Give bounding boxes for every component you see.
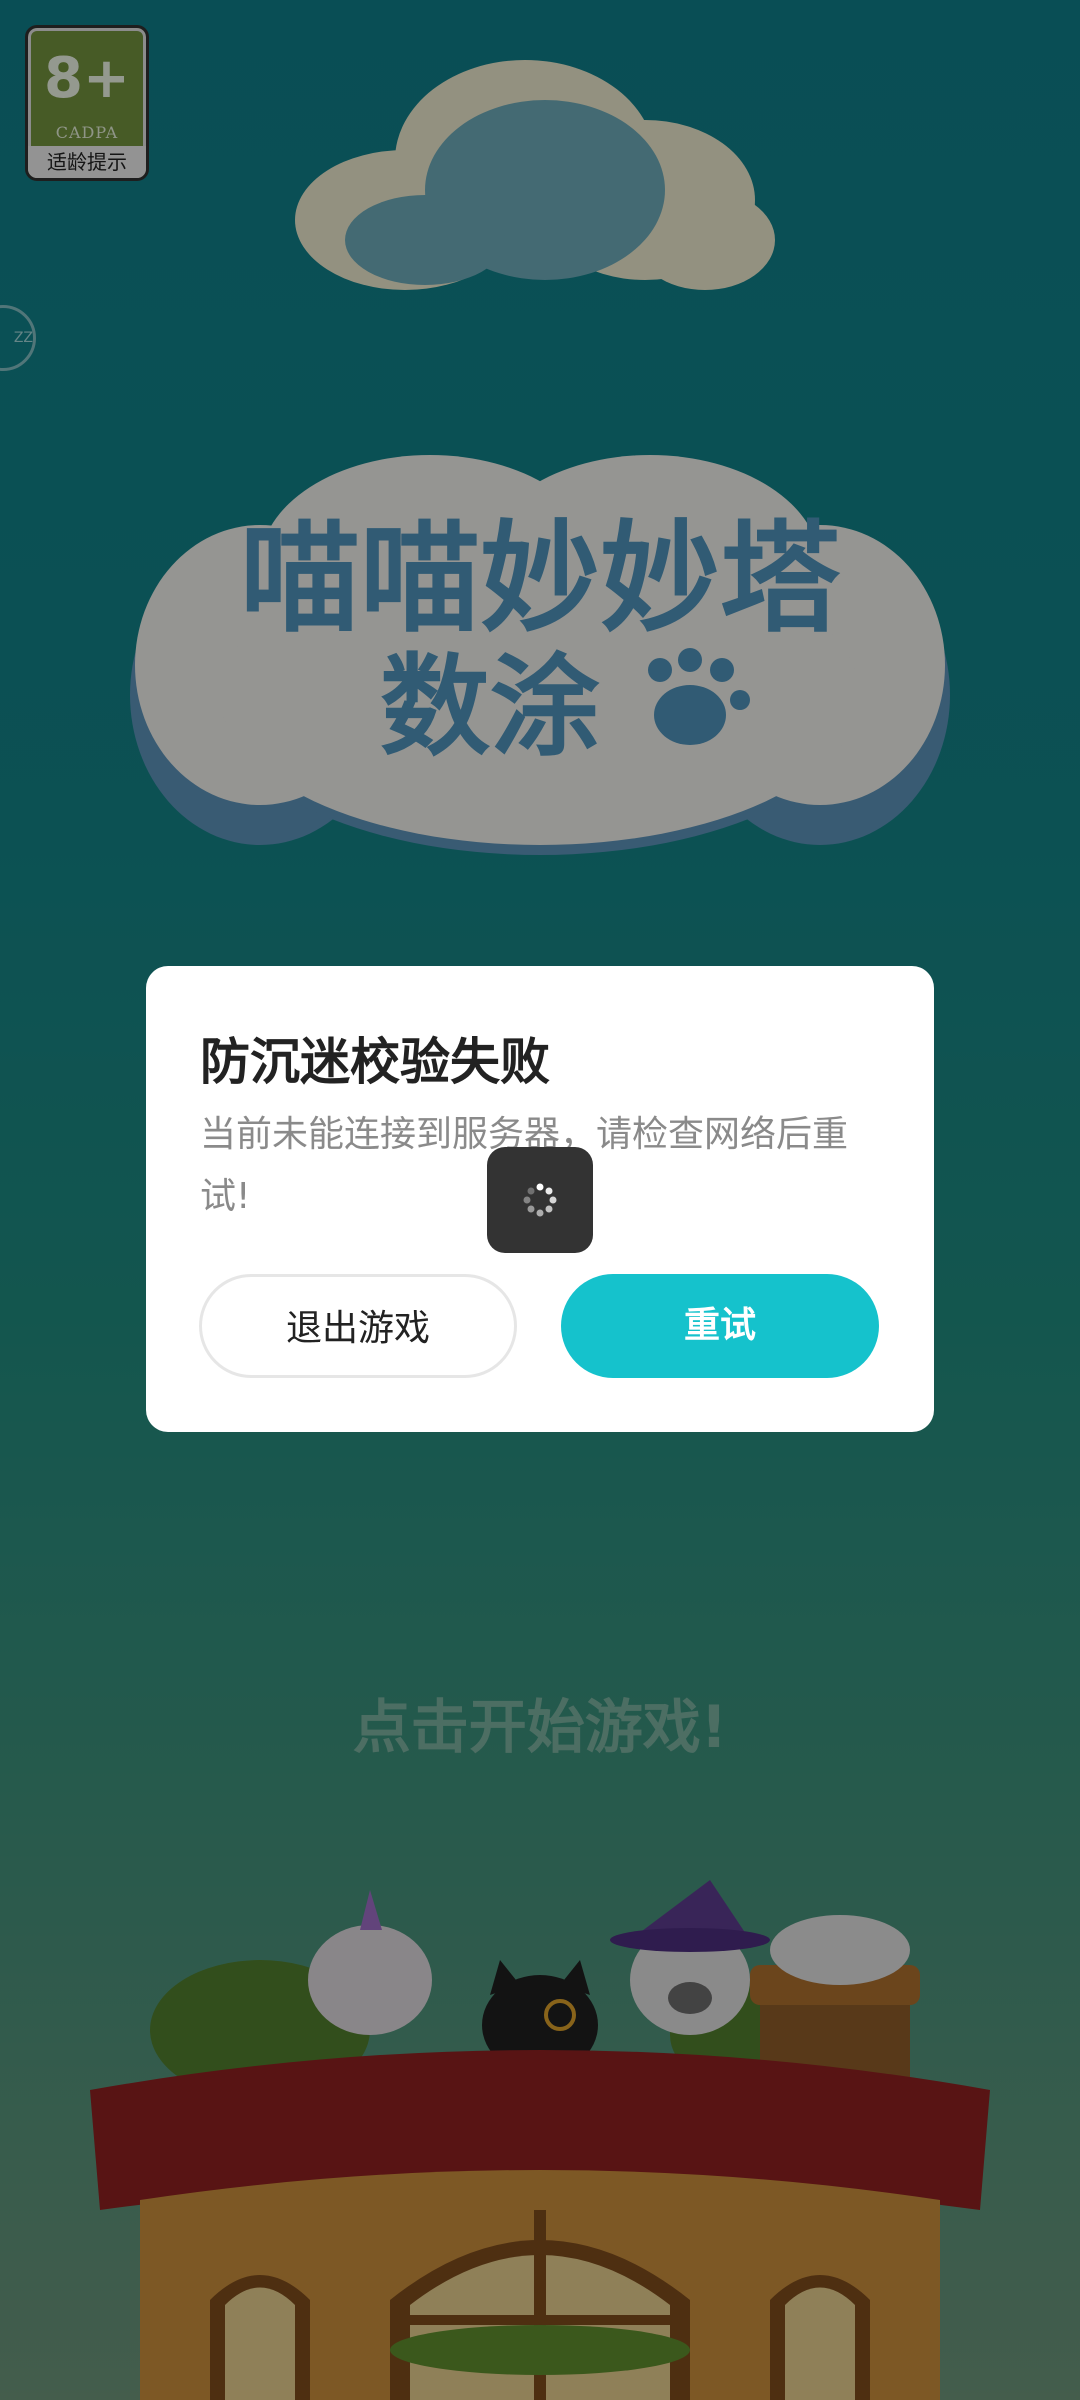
dialog-title: 防沉迷校验失败 <box>200 1033 550 1091</box>
loading-spinner-icon <box>523 1183 557 1217</box>
exit-game-button[interactable]: 退出游戏 <box>199 1274 517 1378</box>
loading-indicator <box>487 1147 593 1253</box>
retry-button[interactable]: 重试 <box>561 1274 879 1378</box>
